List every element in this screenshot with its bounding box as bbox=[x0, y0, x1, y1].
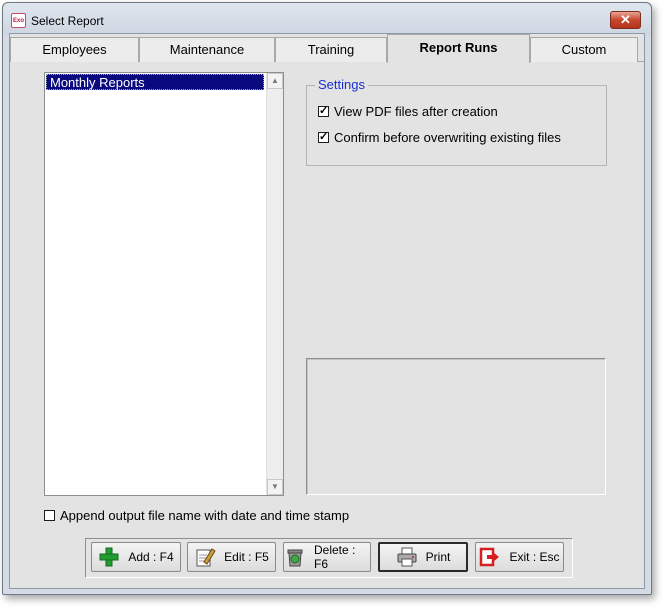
report-preview-area bbox=[306, 358, 606, 495]
edit-button[interactable]: Edit : F5 bbox=[187, 542, 276, 572]
edit-pencil-icon bbox=[196, 548, 216, 567]
exit-button-label: Exit : Esc bbox=[509, 550, 560, 564]
tab-maintenance[interactable]: Maintenance bbox=[139, 37, 275, 62]
view-pdf-checkbox[interactable]: ✓ bbox=[318, 104, 329, 117]
append-timestamp-label: Append output file name with date and ti… bbox=[60, 508, 350, 523]
report-runs-panel: Monthly Reports ▲ ▼ Settings ✓ View PDF … bbox=[11, 62, 643, 587]
view-pdf-label: View PDF files after creation bbox=[334, 103, 498, 119]
view-pdf-option[interactable]: ✓ View PDF files after creation bbox=[318, 103, 498, 119]
list-scrollbar[interactable]: ▲ ▼ bbox=[266, 73, 283, 495]
window-title: Select Report bbox=[31, 14, 104, 28]
tab-employees[interactable]: Employees bbox=[10, 37, 139, 62]
exit-button[interactable]: Exit : Esc bbox=[475, 542, 564, 572]
append-timestamp-option[interactable]: Append output file name with date and ti… bbox=[44, 508, 349, 523]
confirm-overwrite-checkbox[interactable]: ✓ bbox=[318, 130, 329, 143]
app-logo-icon: Exo bbox=[11, 13, 26, 28]
delete-bin-icon bbox=[287, 549, 303, 567]
close-button[interactable]: ✕ bbox=[610, 11, 641, 29]
action-button-bar: Add : F4 Edit : F5 Delete: F6 Print Exi… bbox=[85, 538, 573, 578]
select-report-window: Exo Select Report ✕ Employees Maintenanc… bbox=[2, 2, 652, 595]
add-plus-icon bbox=[99, 547, 119, 567]
title-bar[interactable]: Exo Select Report ✕ bbox=[3, 3, 651, 35]
checkmark-icon: ✓ bbox=[319, 130, 329, 143]
list-item[interactable]: Monthly Reports bbox=[46, 74, 264, 90]
delete-button[interactable]: Delete : F6 bbox=[283, 542, 371, 572]
checkmark-icon: ✓ bbox=[319, 104, 329, 117]
printer-icon bbox=[397, 547, 417, 567]
confirm-overwrite-option[interactable]: ✓ Confirm before overwriting existing fi… bbox=[318, 129, 561, 145]
tab-training[interactable]: Training bbox=[275, 37, 387, 62]
tab-custom[interactable]: Custom bbox=[530, 37, 638, 62]
exit-door-icon bbox=[480, 547, 500, 567]
tab-strip: Employees Maintenance Training Report Ru… bbox=[10, 34, 644, 63]
append-timestamp-checkbox[interactable] bbox=[44, 510, 55, 521]
delete-button-label: Delete : F6 bbox=[314, 543, 356, 571]
report-list[interactable]: Monthly Reports ▲ ▼ bbox=[44, 72, 284, 496]
settings-group: Settings ✓ View PDF files after creation… bbox=[306, 77, 607, 166]
confirm-overwrite-label: Confirm before overwriting existing file… bbox=[334, 129, 561, 145]
settings-legend: Settings bbox=[315, 77, 368, 92]
add-button-label: Add : F4 bbox=[128, 550, 174, 564]
dialog-body: Employees Maintenance Training Report Ru… bbox=[9, 33, 645, 589]
tab-report-runs[interactable]: Report Runs bbox=[387, 34, 530, 63]
print-button-label: Print bbox=[425, 550, 451, 564]
print-button[interactable]: Print bbox=[378, 542, 468, 572]
edit-button-label: Edit : F5 bbox=[224, 550, 269, 564]
add-button[interactable]: Add : F4 bbox=[91, 542, 181, 572]
scroll-down-arrow-icon[interactable]: ▼ bbox=[267, 479, 283, 495]
scroll-up-arrow-icon[interactable]: ▲ bbox=[267, 73, 283, 89]
